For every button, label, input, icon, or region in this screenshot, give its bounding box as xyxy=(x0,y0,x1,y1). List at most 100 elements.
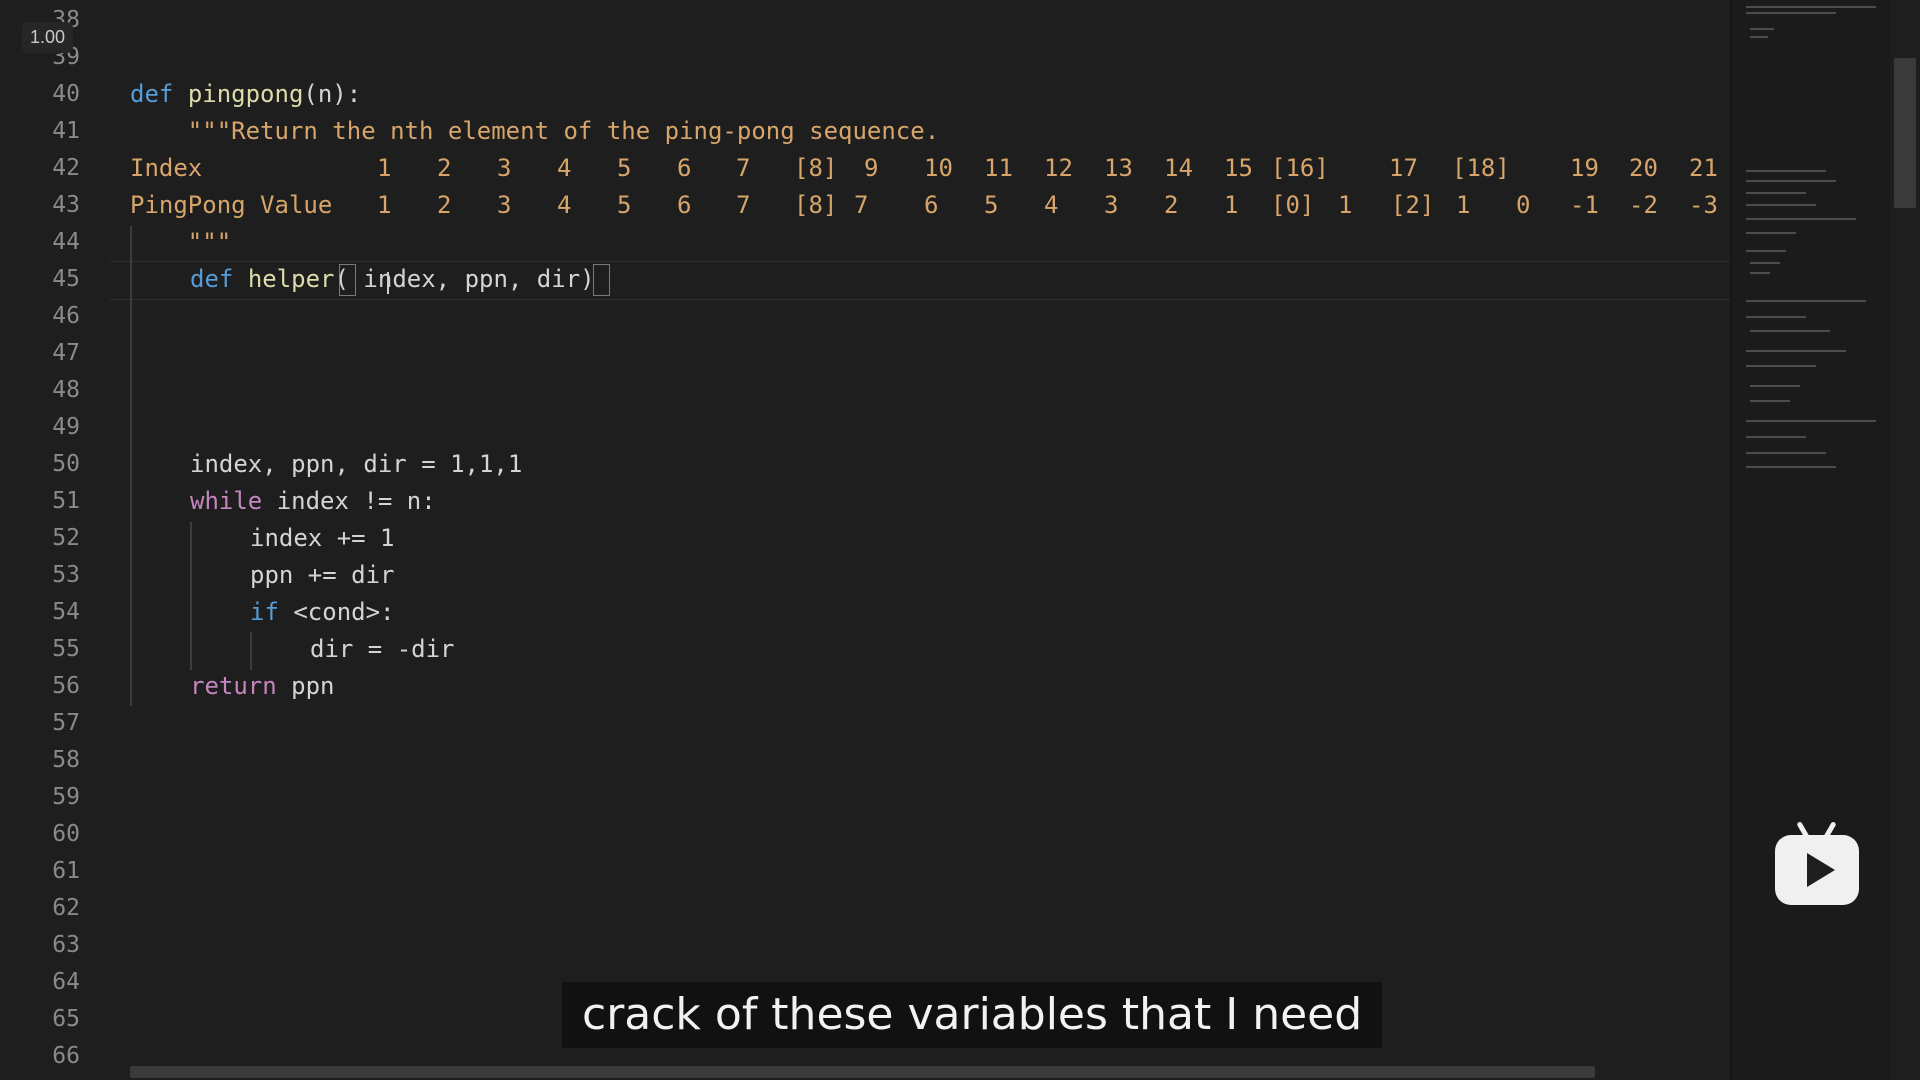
pingpong-value: 2 xyxy=(1164,191,1179,219)
minimap-line xyxy=(1746,466,1836,468)
minimap-line xyxy=(1746,180,1836,182)
minimap-line xyxy=(1746,204,1816,206)
pingpong-value: 6 xyxy=(677,191,692,219)
code-editor[interactable]: 38 39 40 41 42 43 44 45 46 47 48 49 50 51 52 53 54 55 56 57… xyxy=(0,0,1730,1080)
minimap-line xyxy=(1746,300,1866,302)
video-subtitle: crack of these variables that I need xyxy=(562,982,1383,1048)
function-name: pingpong xyxy=(187,80,304,108)
minimap-line xyxy=(1746,170,1826,172)
pingpong-value: 7 xyxy=(736,191,751,219)
minimap-line xyxy=(1750,272,1770,274)
index-value: 12 xyxy=(1044,154,1073,182)
index-value: 15 xyxy=(1224,154,1253,182)
index-value: 10 xyxy=(924,154,953,182)
index-value: 9 xyxy=(864,154,879,182)
code-line-52: index += 1 xyxy=(250,524,395,552)
pingpong-value: [8] xyxy=(794,191,838,219)
bracket-match-highlight xyxy=(593,264,610,296)
code-line-53: ppn += dir xyxy=(250,561,395,589)
pingpong-value: 4 xyxy=(1044,191,1059,219)
scrollbar-thumb[interactable] xyxy=(1894,58,1916,208)
minimap-line xyxy=(1750,36,1768,38)
index-value: [16] xyxy=(1271,154,1329,182)
minimap-line xyxy=(1746,218,1856,220)
minimap-line xyxy=(1746,12,1836,14)
condition: <cond>: xyxy=(278,598,395,626)
minimap-line xyxy=(1746,365,1816,367)
code-line-50: index, ppn, dir = 1,1,1 xyxy=(190,450,523,478)
pingpong-value: -3 xyxy=(1689,191,1718,219)
minimap-line xyxy=(1746,6,1876,8)
text-caret xyxy=(387,272,389,294)
minimap-line xyxy=(1746,350,1846,352)
index-value: 20 xyxy=(1629,154,1658,182)
pingpong-row-label: PingPong Value xyxy=(130,191,333,219)
code-line-44: """ xyxy=(130,228,232,256)
index-value: 3 xyxy=(497,154,512,182)
index-value: 21 xyxy=(1689,154,1718,182)
pingpong-value: 1 xyxy=(1338,191,1353,219)
index-value: 11 xyxy=(984,154,1013,182)
index-value: 4 xyxy=(557,154,572,182)
minimap-line xyxy=(1750,262,1780,264)
pingpong-value: 5 xyxy=(617,191,632,219)
pingpong-value: 4 xyxy=(557,191,572,219)
function-name: helper xyxy=(247,265,335,293)
minimap-line xyxy=(1750,330,1830,332)
minimap-line xyxy=(1746,436,1806,438)
code-line-56: return ppn xyxy=(190,668,335,705)
pingpong-value: [0] xyxy=(1271,191,1315,219)
pingpong-value: 1 xyxy=(1224,191,1239,219)
play-triangle-icon xyxy=(1807,853,1835,887)
minimap-line xyxy=(1746,250,1786,252)
pingpong-value: [2] xyxy=(1391,191,1435,219)
index-value: 2 xyxy=(437,154,452,182)
minimap-line xyxy=(1746,232,1796,234)
index-value: [18] xyxy=(1452,154,1510,182)
video-play-icon[interactable] xyxy=(1775,821,1859,905)
index-value: 14 xyxy=(1164,154,1193,182)
condition: index != n: xyxy=(262,487,436,515)
code-area[interactable]: def pingpong(n): """Return the nth eleme… xyxy=(0,0,1730,1080)
pingpong-value: 2 xyxy=(437,191,452,219)
parameters: index, ppn, dir xyxy=(348,265,581,293)
pingpong-value: 0 xyxy=(1516,191,1531,219)
minimap-line xyxy=(1746,420,1876,422)
minimap[interactable] xyxy=(1732,0,1890,1080)
index-value: 13 xyxy=(1104,154,1133,182)
minimap-line xyxy=(1750,28,1774,30)
minimap-line xyxy=(1746,316,1806,318)
playback-speed-badge: 1.00 xyxy=(22,22,74,53)
minimap-line xyxy=(1750,400,1790,402)
pingpong-value: -2 xyxy=(1629,191,1658,219)
pingpong-value: 3 xyxy=(497,191,512,219)
code-line-54: if <cond>: xyxy=(250,594,395,631)
vertical-scrollbar[interactable] xyxy=(1890,0,1920,1080)
code-line-43: PingPong Value 1 2 3 4 5 6 7 [8] 7 6 5 4 3 2 1 [0] 1 [2] 1… xyxy=(130,187,1730,224)
code-line-40: def pingpong(n): xyxy=(130,76,361,113)
pingpong-value: 7 xyxy=(854,191,869,219)
index-value: [8] xyxy=(794,154,838,182)
return-value: ppn xyxy=(276,672,335,700)
pingpong-value: 6 xyxy=(924,191,939,219)
pingpong-value: 1 xyxy=(377,191,392,219)
bracket-match-highlight xyxy=(339,264,356,296)
pingpong-value: -1 xyxy=(1570,191,1599,219)
code-line-41: """Return the nth element of the ping-po… xyxy=(130,117,940,145)
index-value: 7 xyxy=(736,154,751,182)
minimap-line xyxy=(1746,452,1826,454)
code-line-45: def helper( index, ppn, dir) xyxy=(190,261,595,298)
index-value: 19 xyxy=(1570,154,1599,182)
pingpong-value: 3 xyxy=(1104,191,1119,219)
keyword: if xyxy=(250,598,279,626)
code-line-42: Index 1 2 3 4 5 6 7 [8] 9 10 11 12 13 14 15 [16] 17 [18] 1… xyxy=(130,150,1730,187)
keyword: while xyxy=(190,487,263,515)
pingpong-value: 5 xyxy=(984,191,999,219)
index-value: 17 xyxy=(1389,154,1418,182)
horizontal-scrollbar[interactable] xyxy=(130,1066,1595,1078)
index-value: 1 xyxy=(377,154,392,182)
pingpong-value: 1 xyxy=(1456,191,1471,219)
signature: (n): xyxy=(303,80,362,108)
index-row-label: Index xyxy=(130,154,203,182)
keyword: return xyxy=(190,672,277,700)
